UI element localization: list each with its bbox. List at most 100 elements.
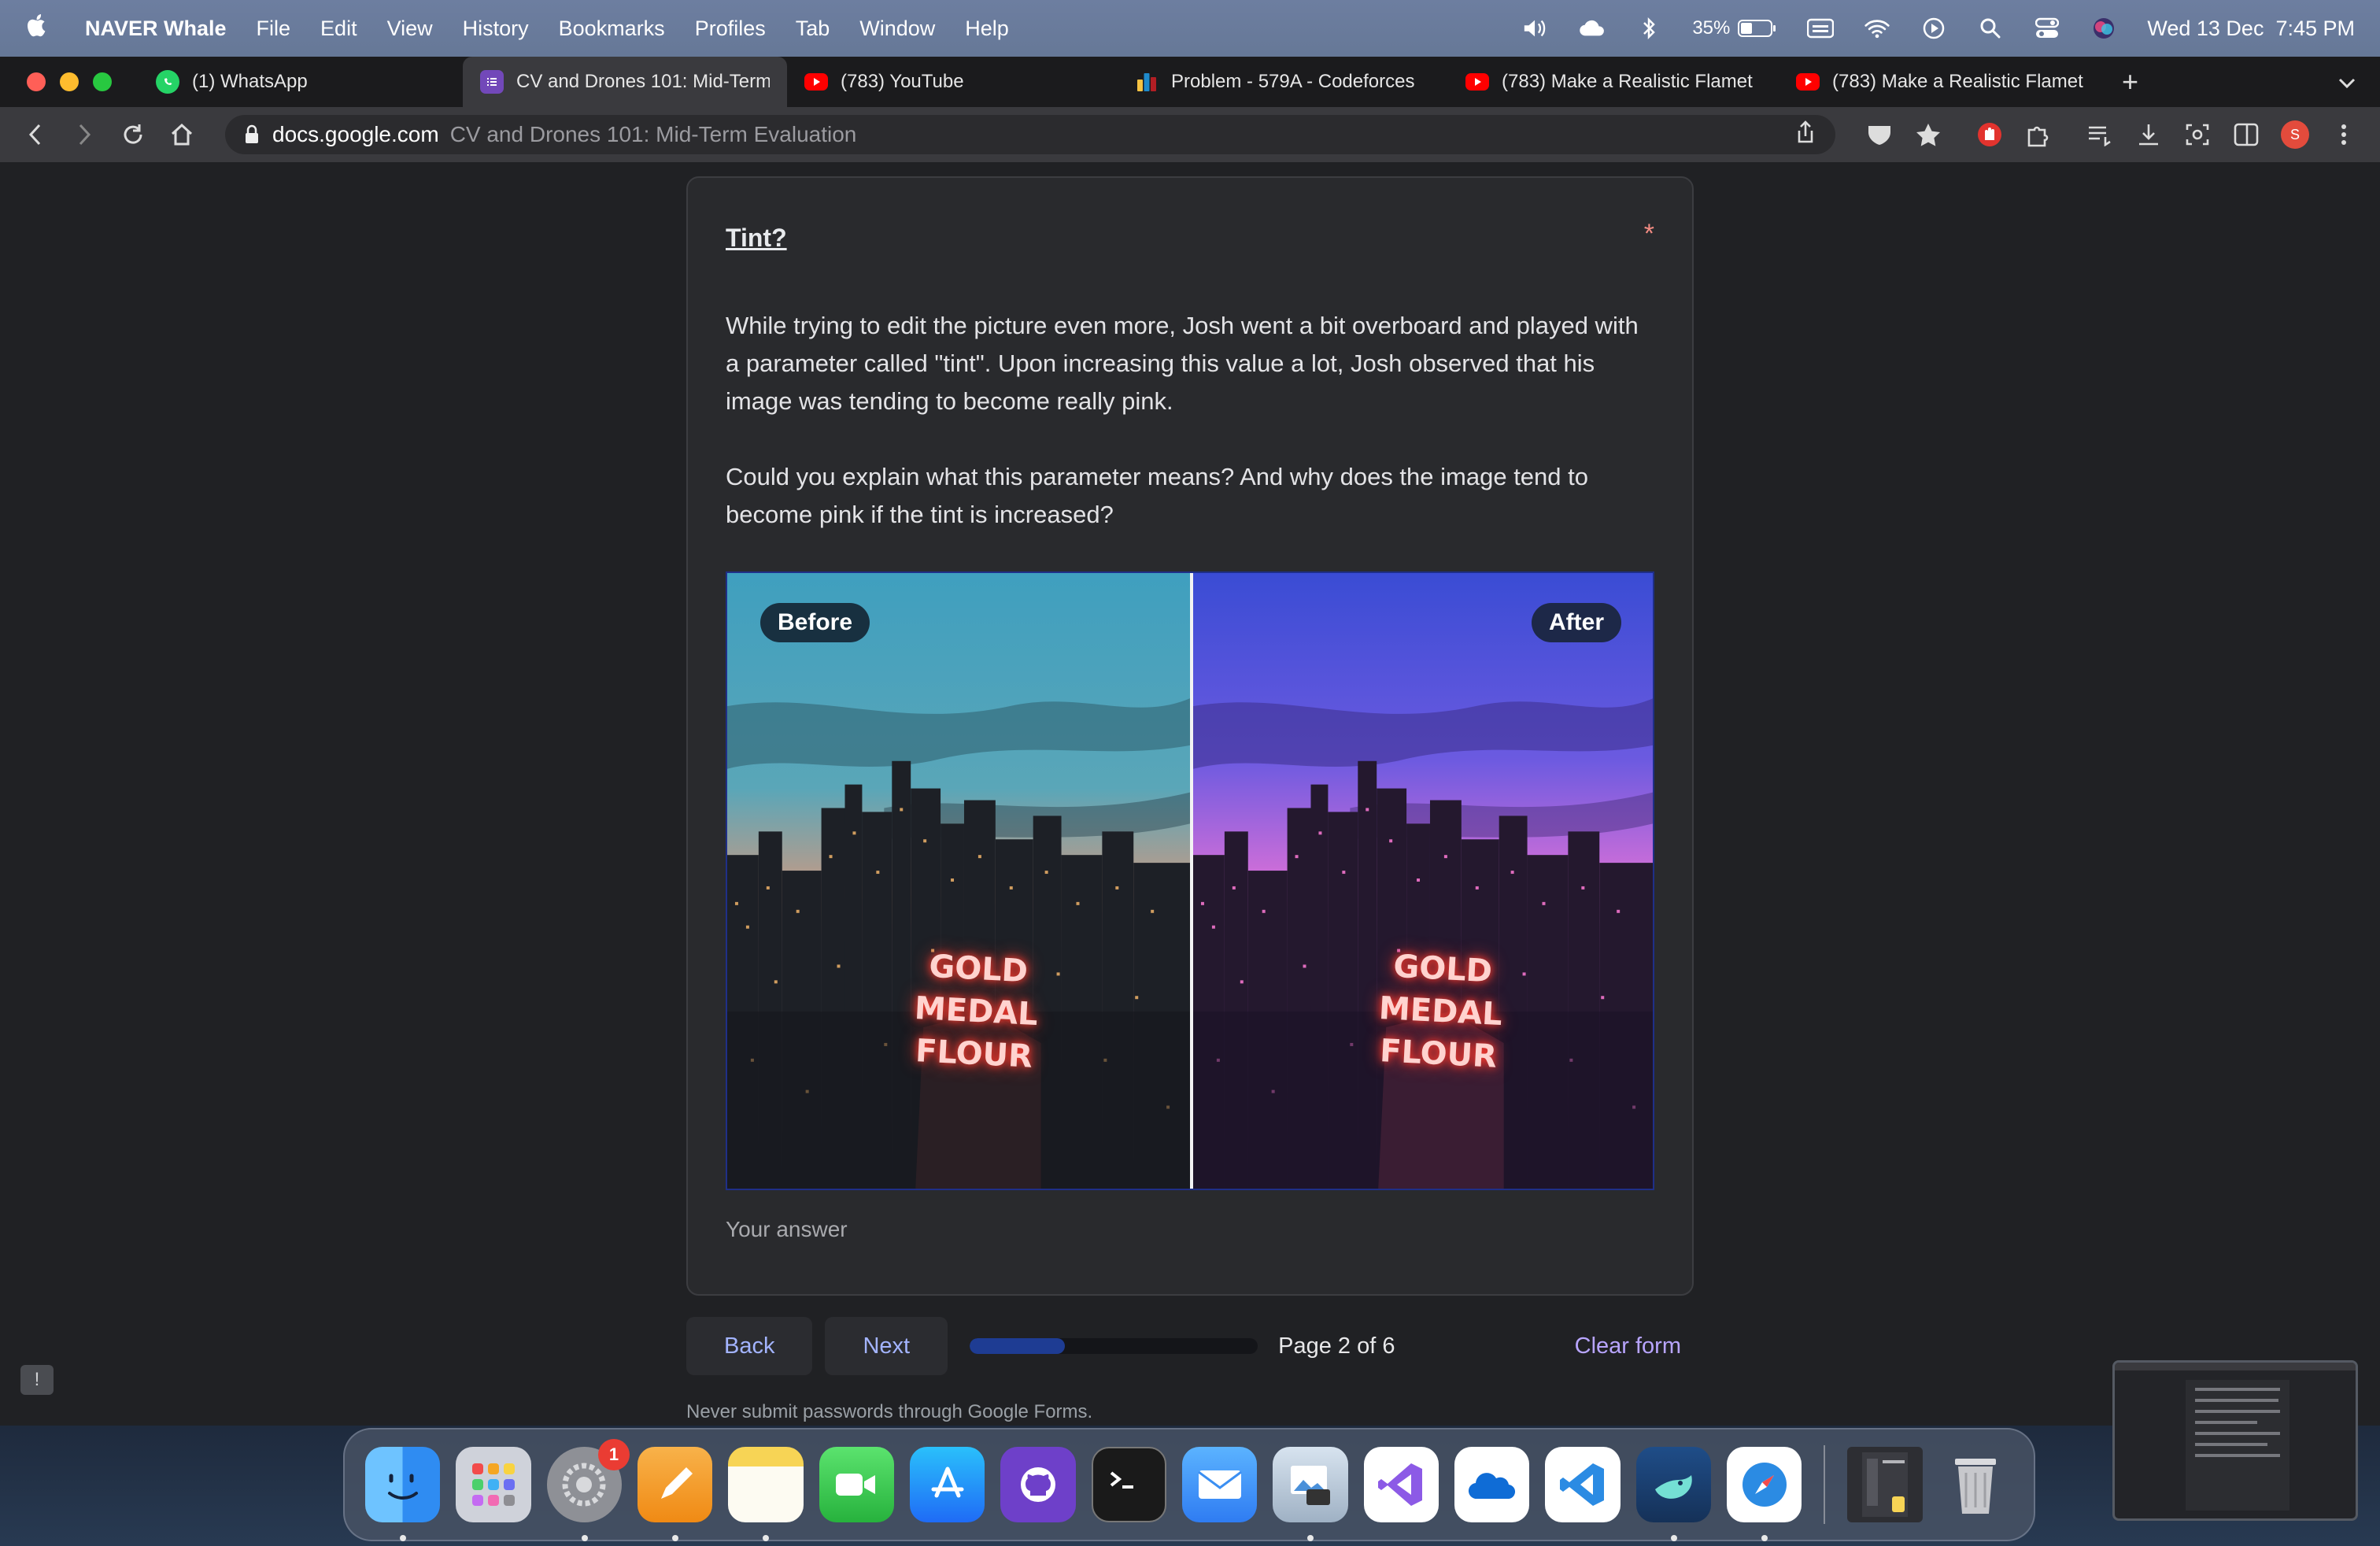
- menu-file[interactable]: File: [257, 17, 291, 41]
- required-marker: *: [1643, 219, 1654, 249]
- screenshot-preview-thumbnail[interactable]: [2112, 1360, 2358, 1521]
- adblock-extension-icon[interactable]: [1971, 117, 2009, 153]
- shield-icon[interactable]: [1861, 117, 1898, 153]
- terminal-icon[interactable]: [1091, 1447, 1166, 1522]
- volume-icon[interactable]: [1522, 17, 1549, 40]
- reload-icon[interactable]: [115, 117, 151, 153]
- tab-youtube-flamethrower-1[interactable]: (783) Make a Realistic Flamet: [1448, 57, 1779, 107]
- menu-bookmarks[interactable]: Bookmarks: [559, 17, 665, 41]
- github-desktop-icon[interactable]: [1000, 1447, 1076, 1522]
- home-icon[interactable]: [164, 117, 200, 153]
- menu-history[interactable]: History: [463, 17, 529, 41]
- google-forms-icon: [480, 70, 504, 94]
- new-tab-button[interactable]: +: [2122, 65, 2138, 98]
- progress-bar-fill: [970, 1338, 1065, 1354]
- tab-list-chevron-icon[interactable]: [2338, 70, 2356, 94]
- battery-icon: [1738, 20, 1776, 37]
- forward-nav-button[interactable]: [66, 117, 102, 153]
- bluetooth-icon[interactable]: [1635, 17, 1662, 40]
- question-title: Tint?: [726, 224, 787, 252]
- form-navigation: Back Next Page 2 of 6 Clear form: [686, 1313, 1694, 1379]
- spotlight-search-icon[interactable]: [1977, 17, 2004, 40]
- extensions-puzzle-icon[interactable]: [2020, 117, 2057, 153]
- menu-app-name[interactable]: NAVER Whale: [85, 17, 227, 41]
- running-indicator: [400, 1535, 406, 1541]
- now-playing-icon[interactable]: [1920, 17, 1947, 40]
- profile-avatar[interactable]: S: [2276, 117, 2314, 153]
- back-button[interactable]: Back: [686, 1317, 813, 1375]
- next-button[interactable]: Next: [825, 1317, 948, 1375]
- visual-studio-icon[interactable]: [1363, 1447, 1439, 1522]
- whale-browser-icon[interactable]: [1635, 1447, 1711, 1541]
- menu-edit[interactable]: Edit: [320, 17, 357, 41]
- control-center-icon[interactable]: [2034, 17, 2060, 40]
- reading-list-icon[interactable]: [2081, 117, 2119, 153]
- running-indicator: [1307, 1535, 1314, 1541]
- minimize-window-button[interactable]: [60, 72, 79, 91]
- tab-whatsapp[interactable]: (1) WhatsApp: [139, 57, 463, 107]
- wifi-icon[interactable]: [1864, 17, 1890, 40]
- icloud-icon[interactable]: [1579, 17, 1606, 40]
- thumbnail-line: [2195, 1388, 2280, 1391]
- siri-icon[interactable]: [2090, 17, 2117, 40]
- close-window-button[interactable]: [27, 72, 46, 91]
- mail-icon[interactable]: [1181, 1447, 1258, 1522]
- menu-view[interactable]: View: [387, 17, 433, 41]
- launchpad-icon[interactable]: [456, 1447, 531, 1522]
- menu-tab[interactable]: Tab: [796, 17, 830, 41]
- menubar-clock[interactable]: Wed 13 Dec 7:45 PM: [2147, 17, 2355, 41]
- finder-icon[interactable]: [365, 1447, 441, 1541]
- thumbnail-line: [2195, 1454, 2280, 1457]
- tab-label: (1) WhatsApp: [192, 71, 308, 92]
- menu-help[interactable]: Help: [965, 17, 1009, 41]
- neon-sign-text: GOLD MEDAL FLOUR: [1376, 945, 1506, 1078]
- tab-label: (783) Make a Realistic Flamet: [1832, 71, 2083, 92]
- notes-icon[interactable]: [728, 1447, 804, 1541]
- tab-google-form[interactable]: CV and Drones 101: Mid-Term: [463, 57, 787, 107]
- facetime-icon[interactable]: [819, 1447, 894, 1522]
- question-description: While trying to edit the picture even mo…: [726, 312, 1639, 415]
- share-icon[interactable]: [1794, 120, 1816, 150]
- safari-icon[interactable]: [1726, 1447, 1802, 1541]
- back-nav-button[interactable]: [17, 117, 54, 153]
- question-prompt: Could you explain what this parameter me…: [726, 463, 1588, 528]
- screen-capture-icon[interactable]: [2179, 117, 2216, 153]
- battery-status[interactable]: 35%: [1692, 17, 1777, 39]
- answer-input[interactable]: Your answer: [726, 1217, 848, 1242]
- minimized-window-icon[interactable]: [1847, 1447, 1923, 1522]
- menu-window[interactable]: Window: [859, 17, 935, 41]
- trash-icon[interactable]: [1938, 1447, 2013, 1522]
- tab-youtube[interactable]: (783) YouTube: [787, 57, 1118, 107]
- download-icon[interactable]: [2130, 117, 2168, 153]
- url-page-title: CV and Drones 101: Mid-Term Evaluation: [449, 122, 857, 146]
- window-controls: [27, 72, 112, 91]
- feedback-icon[interactable]: !: [20, 1365, 54, 1395]
- tab-label: (783) YouTube: [841, 71, 964, 92]
- apple-menu-icon[interactable]: [25, 12, 50, 46]
- tab-label: Problem - 579A - Codeforces: [1171, 71, 1415, 92]
- sidebar-toggle-icon[interactable]: [2227, 117, 2265, 153]
- vscode-icon[interactable]: [1545, 1447, 1621, 1522]
- youtube-icon: [1465, 73, 1489, 91]
- page-indicator: Page 2 of 6: [1278, 1333, 1395, 1359]
- clear-form-button[interactable]: Clear form: [1575, 1333, 1681, 1359]
- system-settings-icon[interactable]: 1: [546, 1439, 630, 1541]
- tab-youtube-flamethrower-2[interactable]: (783) Make a Realistic Flamet: [1779, 57, 2109, 107]
- more-menu-icon[interactable]: [2325, 117, 2363, 153]
- notification-badge: 1: [597, 1439, 630, 1470]
- keyboard-input-icon[interactable]: [1807, 17, 1835, 40]
- whatsapp-icon: [156, 70, 179, 94]
- browser-toolbar: docs.google.com CV and Drones 101: Mid-T…: [0, 107, 2380, 162]
- menu-profiles[interactable]: Profiles: [695, 17, 766, 41]
- url-domain: docs.google.com: [272, 122, 439, 146]
- zoom-window-button[interactable]: [93, 72, 112, 91]
- tab-codeforces[interactable]: Problem - 579A - Codeforces: [1118, 57, 1448, 107]
- onedrive-icon[interactable]: [1454, 1447, 1530, 1522]
- preview-icon[interactable]: [1273, 1447, 1348, 1541]
- app-store-icon[interactable]: [909, 1447, 985, 1522]
- pages-icon[interactable]: [637, 1447, 713, 1541]
- macos-menu-bar: NAVER Whale File Edit View History Bookm…: [0, 0, 2380, 57]
- address-bar[interactable]: docs.google.com CV and Drones 101: Mid-T…: [225, 115, 1835, 154]
- bookmark-star-icon[interactable]: [1909, 117, 1947, 153]
- after-photo: After GOLD MEDAL FLOUR: [1192, 573, 1653, 1189]
